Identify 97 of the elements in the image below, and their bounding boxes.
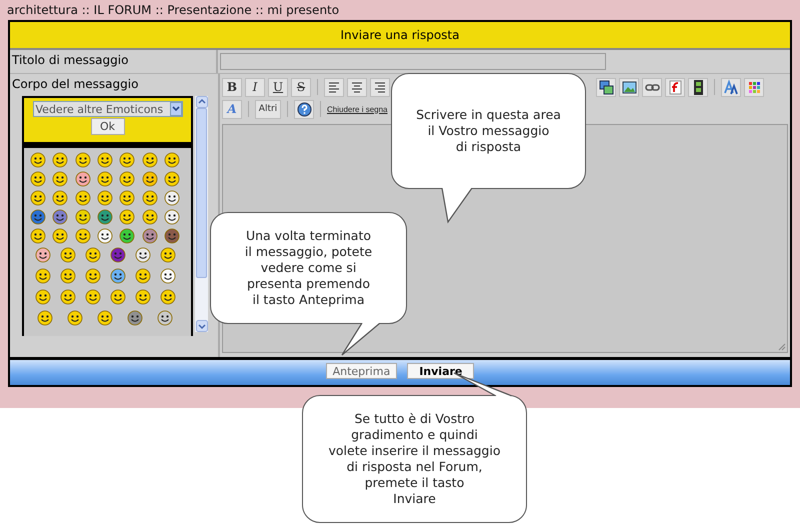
format-button[interactable]: B (222, 78, 242, 96)
callout: Una volta terminato il messaggio, potete vedere come si presenta premendo il tasto Anteprima (210, 212, 407, 324)
callout: Se tutto è di Vostro gradimento e quindi volete inserire il messaggio di risposta nel Forum, premete il tasto Inviare (302, 395, 527, 523)
smiley-icon (74, 171, 91, 187)
smiley-icon (164, 228, 180, 244)
smiley-icon (142, 190, 158, 206)
align-right-button[interactable] (370, 78, 390, 96)
smiley-icon (96, 190, 113, 206)
smiley-icon (160, 268, 176, 284)
title-field[interactable] (220, 53, 606, 70)
help-button[interactable] (294, 100, 314, 118)
smiley-icon (52, 228, 68, 244)
smiley-icon (119, 171, 136, 187)
emoticon-dropdown[interactable]: Vedere altre Emoticons (32, 101, 182, 117)
smiley-icon (52, 190, 68, 206)
image-icon (620, 78, 638, 96)
font-letters-button[interactable] (721, 78, 741, 96)
images-icon (598, 78, 614, 96)
smiley-icon (74, 190, 91, 206)
smiley-icon (52, 209, 68, 225)
images-button[interactable] (596, 78, 616, 96)
color-grid-button[interactable] (744, 78, 764, 96)
preview-button[interactable]: Anteprima (326, 363, 398, 379)
smiley-icon (96, 152, 113, 168)
scrollbar[interactable] (195, 96, 208, 332)
smiley-icon (119, 152, 136, 168)
smiley-icon (34, 289, 50, 305)
callout: Scrivere in questa area il Vostro messaggio di risposta (391, 73, 586, 189)
image-button[interactable] (619, 78, 639, 96)
smiley-icon (37, 310, 53, 326)
smiley-icon (34, 268, 50, 284)
smiley-icon (96, 171, 113, 187)
scroll-down-icon (196, 320, 208, 332)
smiley-icon (119, 228, 136, 244)
smiley-icon (97, 310, 113, 326)
help-icon (296, 100, 312, 118)
smiley-icon (84, 268, 100, 284)
field-label: Corpo del messaggio (11, 76, 140, 93)
toolbar-link[interactable]: Chiudere i segna (327, 104, 388, 114)
smiley-icon (119, 209, 136, 225)
smiley-icon (164, 152, 180, 168)
smiley-icon (164, 190, 180, 206)
scrollbar-thumb[interactable] (196, 108, 207, 278)
flash-icon (666, 78, 684, 96)
smiley-icon (30, 171, 46, 187)
smiley-icon (30, 190, 46, 206)
smiley-icon (84, 247, 100, 263)
smiley-icon (127, 310, 143, 326)
smiley-icon (110, 247, 126, 263)
format-button[interactable]: Altri (255, 100, 281, 118)
format-button[interactable]: I (245, 78, 265, 96)
smiley-icon (60, 247, 76, 263)
smiley-icon (160, 247, 176, 263)
smiley-icon (60, 268, 76, 284)
film-button[interactable] (688, 78, 708, 96)
smiley-icon (157, 310, 173, 326)
smiley-icon (74, 228, 91, 244)
format-button[interactable]: S (291, 78, 311, 96)
smiley-icon (134, 247, 150, 263)
smiley-icon (160, 289, 176, 305)
smiley-icon (134, 268, 150, 284)
smiley-icon (60, 289, 76, 305)
smiley-icon (74, 152, 91, 168)
smiley-icon (119, 190, 136, 206)
smiley-icon (142, 171, 158, 187)
ok-button[interactable]: Ok (90, 118, 124, 135)
form-header: Inviare una risposta (10, 22, 790, 50)
smiley-icon (74, 209, 91, 225)
smiley-icon (142, 209, 158, 225)
smiley-icon (30, 228, 46, 244)
resize-grip-icon (778, 343, 786, 351)
smiley-icon (142, 228, 158, 244)
smiley-icon (67, 310, 83, 326)
smiley-icon (52, 152, 68, 168)
chain-link-button[interactable] (642, 78, 662, 96)
smiley-icon (96, 228, 113, 244)
breadcrumb: architettura :: IL FORUM :: Presentazione :: mi presento (7, 3, 340, 19)
align-left-button[interactable] (324, 78, 344, 96)
format-button[interactable]: U (268, 78, 288, 96)
smiley-icon (164, 209, 180, 225)
smiley-icon (30, 152, 46, 168)
smiley-icon (52, 171, 68, 187)
smiley-icon (142, 152, 158, 168)
align-center-button[interactable] (347, 78, 367, 96)
field-label: Titolo di messaggio (10, 50, 218, 73)
smiley-icon (110, 289, 126, 305)
send-button[interactable]: Inviare (407, 363, 474, 379)
smiley-icon (30, 209, 46, 225)
font-letters-icon (722, 78, 740, 96)
smiley-icon (96, 209, 113, 225)
smiley-icon (164, 171, 180, 187)
smiley-icon (134, 289, 150, 305)
smiley-icon (34, 247, 50, 263)
smiley-icon (84, 289, 100, 305)
flash-button[interactable] (665, 78, 685, 96)
scroll-up-icon (196, 96, 208, 108)
smiley-icon (110, 268, 126, 284)
